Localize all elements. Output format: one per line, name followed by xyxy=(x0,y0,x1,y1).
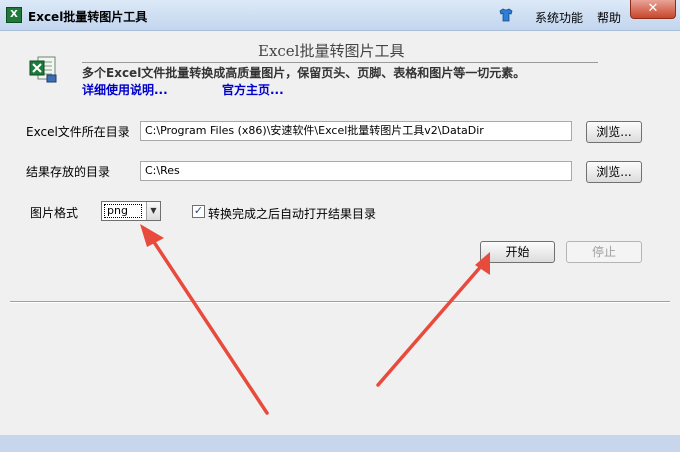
chevron-down-icon[interactable]: ▼ xyxy=(146,202,160,220)
section-divider xyxy=(10,301,670,303)
excel-logo-icon xyxy=(29,56,57,83)
window-frame-bottom xyxy=(0,435,680,452)
start-button[interactable]: 开始 xyxy=(480,241,555,263)
image-format-select[interactable]: png ▼ xyxy=(101,201,161,221)
close-button[interactable]: ✕ xyxy=(630,0,676,19)
browse-result-button[interactable]: 浏览... xyxy=(586,161,642,183)
menu-help[interactable]: 帮助 xyxy=(597,9,621,26)
excel-icon: X xyxy=(6,7,22,23)
window-title: Excel批量转图片工具 xyxy=(28,10,148,24)
header-divider xyxy=(82,62,598,63)
browse-source-button[interactable]: 浏览... xyxy=(586,121,642,143)
close-icon: ✕ xyxy=(647,1,659,16)
auto-open-checkbox[interactable]: ✓ xyxy=(192,205,205,218)
header-title: Excel批量转图片工具 xyxy=(258,42,405,60)
image-format-value: png xyxy=(104,204,142,218)
shirt-icon[interactable] xyxy=(498,7,514,23)
source-dir-label: Excel文件所在目录 xyxy=(26,125,130,139)
stop-button: 停止 xyxy=(566,241,642,263)
menu-system-functions[interactable]: 系统功能 xyxy=(535,9,583,26)
result-dir-label: 结果存放的目录 xyxy=(26,165,111,179)
auto-open-label[interactable]: 转换完成之后自动打开结果目录 xyxy=(208,205,376,222)
help-link[interactable]: 详细使用说明... xyxy=(82,81,168,98)
check-icon: ✓ xyxy=(193,204,204,217)
result-dir-input[interactable]: C:\Res xyxy=(140,161,572,181)
header-description: 多个Excel文件批量转换成高质量图片，保留页头、页脚、表格和图片等一切元素。 xyxy=(82,66,526,80)
image-format-label: 图片格式 xyxy=(30,206,79,220)
homepage-link[interactable]: 官方主页... xyxy=(222,81,284,98)
title-bar[interactable]: X Excel批量转图片工具 系统功能 帮助 ✕ xyxy=(0,0,680,31)
source-dir-input[interactable]: C:\Program Files (x86)\安速软件\Excel批量转图片工具… xyxy=(140,121,572,141)
